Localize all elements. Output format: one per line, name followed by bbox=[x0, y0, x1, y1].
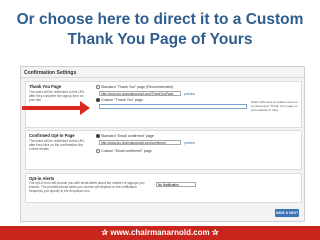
footer-banner: ✰ www.chairmanarnold.com ✰ bbox=[0, 226, 320, 240]
red-arrow-icon bbox=[22, 101, 90, 115]
